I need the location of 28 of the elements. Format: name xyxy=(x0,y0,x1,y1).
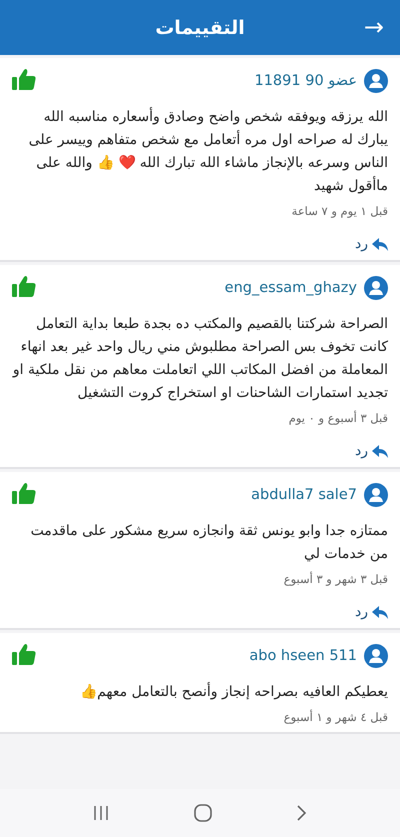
home-icon[interactable] xyxy=(194,804,212,822)
avatar-icon xyxy=(364,69,388,93)
reply-button[interactable]: رد xyxy=(355,443,388,459)
review-text: يعطيكم العافيه بصراحه إنجاز وأنصح بالتعامل معهم👍 xyxy=(79,681,388,702)
review-time: قبل ٤ شهر و ١ أسبوع xyxy=(282,710,388,724)
recent-apps-icon[interactable] xyxy=(92,806,109,820)
review-text: الله يرزقه ويوفقه شخص واضح وصادق وأسعاره مناسبه الله يبارك له صراحه اول مره أتعامل مع شخص متفاهم وييسر على الناس وسرعه بالإنجاز ماشاء الله تبارك الله ❤ 👍 والله على ماأقول شهيد xyxy=(28,106,388,196)
reply-button[interactable]: رد xyxy=(355,604,388,620)
reply-button[interactable]: رد xyxy=(355,236,388,252)
back-icon[interactable] xyxy=(297,805,308,821)
review-time: قبل ٣ شهر و ٣ أسبوع xyxy=(282,572,388,586)
username[interactable]: عضو 90 11891 xyxy=(254,73,357,89)
review-text: ممتازه جدا وابو يونس ثقة وانجازه سريع مشكور على ماقدمت من خدمات لي xyxy=(30,522,388,564)
thumbs-up-icon[interactable] xyxy=(12,68,36,90)
username[interactable]: abo hseen 511 xyxy=(249,648,357,664)
page-title: التقييمات xyxy=(155,16,245,38)
thumbs-up-icon[interactable] xyxy=(12,482,36,504)
review-text: الصراحة شركتنا بالقصيم والمكتب ده بجدة طبعا بداية التعامل كانت تخوف بس الصراحة مطلبوش مني ريال واحد غير بعد انهاء المعاملة من افضل المكاتب اللي اتعاملت معاهم من نقل ملكية او تجديد استمارات الشاحنات او استخراج كروت التشغيل xyxy=(12,315,388,403)
thumbs-up-icon[interactable] xyxy=(12,643,36,665)
avatar-icon xyxy=(364,644,388,668)
username[interactable]: eng_essam_ghazy xyxy=(224,280,357,296)
back-button[interactable]: → xyxy=(360,13,388,41)
review-time: قبل ٣ أسبوع و ٠ يوم xyxy=(288,411,388,425)
username[interactable]: abdulla7 sale7 xyxy=(251,487,357,503)
avatar-icon xyxy=(364,483,388,507)
thumbs-up-icon[interactable] xyxy=(12,275,36,297)
avatar-icon xyxy=(364,276,388,300)
review-time: قبل ١ يوم و ٧ ساعة xyxy=(290,204,388,218)
